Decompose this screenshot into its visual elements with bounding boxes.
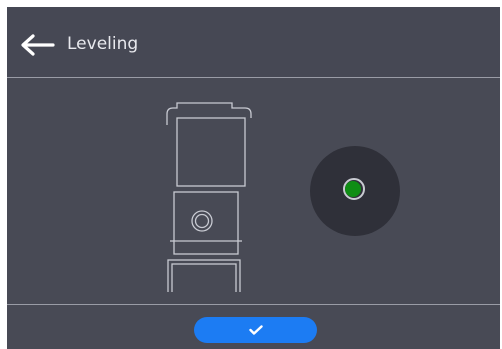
footer-divider xyxy=(7,304,500,305)
level-bubble xyxy=(345,181,361,197)
leveling-content xyxy=(7,78,500,304)
back-button[interactable] xyxy=(15,30,59,60)
arrow-left-icon xyxy=(21,34,55,56)
header-bar: Leveling xyxy=(7,7,500,77)
page-title: Leveling xyxy=(67,34,139,54)
leveling-screen: Leveling xyxy=(7,7,500,349)
balance-device-icon xyxy=(166,102,252,292)
checkmark-icon xyxy=(248,325,263,335)
confirm-button[interactable] xyxy=(194,317,317,343)
